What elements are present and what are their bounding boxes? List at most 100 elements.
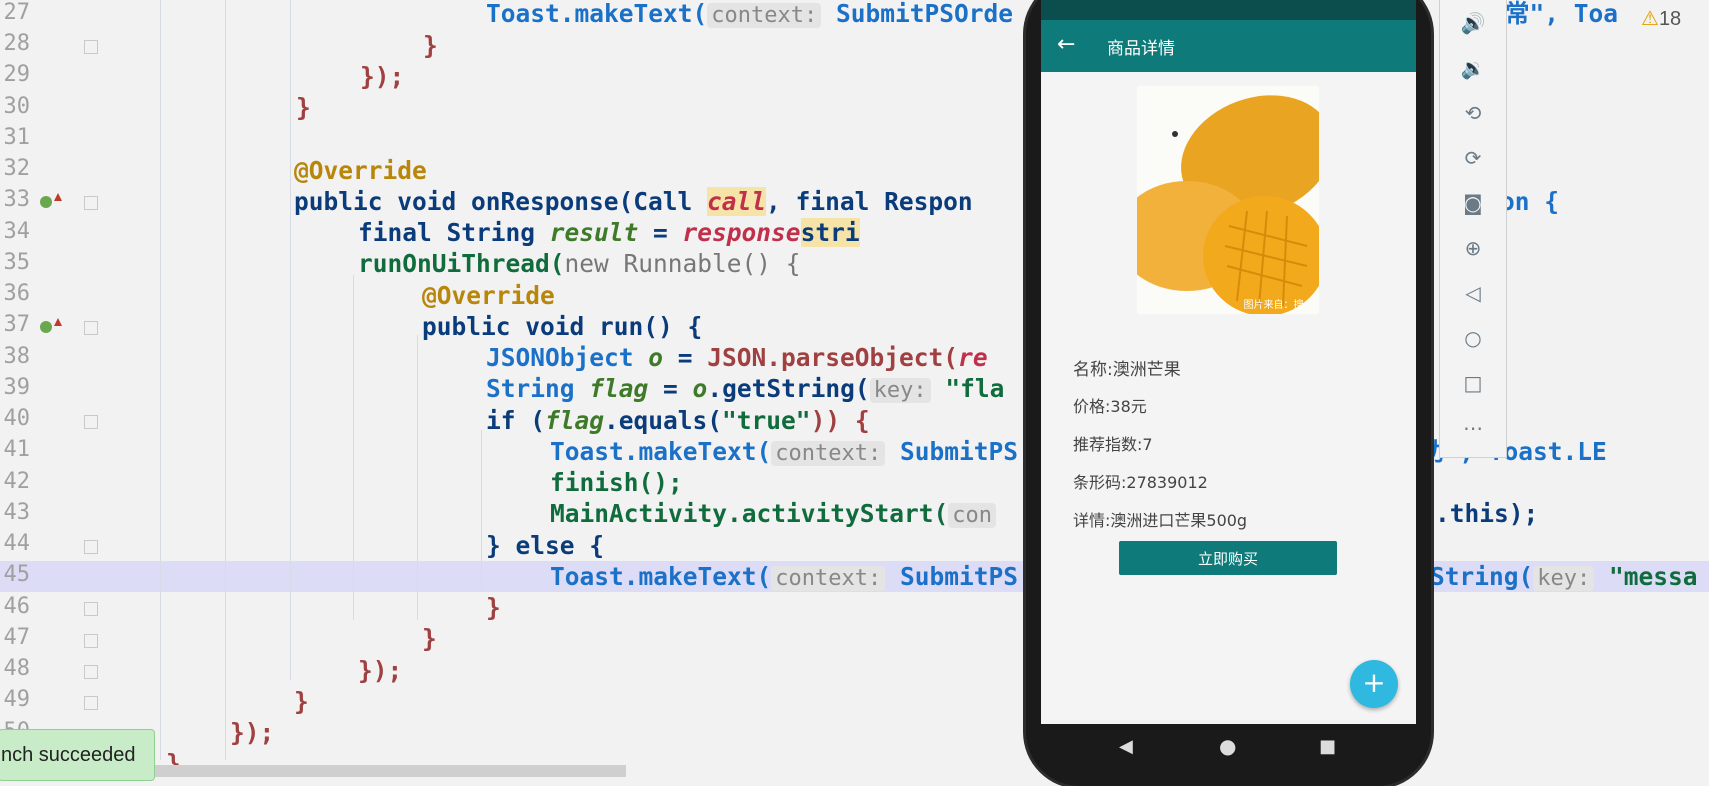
code-line-41[interactable]: Toast.makeText(context: SubmitPS <box>550 436 1018 467</box>
rotate-right-icon[interactable]: ⟳ <box>1460 145 1486 171</box>
back-arrow-icon[interactable]: ← <box>1057 32 1075 57</box>
line-number: 44 <box>3 531 31 556</box>
code-line-43[interactable]: MainActivity.activityStart(con <box>550 498 997 529</box>
more-icon[interactable]: ⋯ <box>1460 415 1486 441</box>
code-line-45[interactable]: Toast.makeText(context: SubmitPS <box>550 561 1018 592</box>
fold-icon[interactable] <box>84 321 98 335</box>
code-line-34[interactable]: final String result = responsestri <box>358 217 860 248</box>
code-token: SubmitPS <box>900 437 1019 466</box>
line-number: 39 <box>3 375 31 400</box>
fold-icon[interactable] <box>84 40 98 54</box>
code-token: on { <box>1500 187 1560 216</box>
nav-back-icon[interactable]: ◀ <box>1119 736 1133 757</box>
line-number: 36 <box>3 281 31 306</box>
line-number: 48 <box>3 656 31 681</box>
status-bar <box>1041 0 1416 20</box>
camera-icon[interactable]: ◙ <box>1460 190 1486 216</box>
overview-icon[interactable]: □ <box>1460 370 1486 396</box>
nav-recents-icon[interactable]: ■ <box>1319 736 1336 757</box>
param-hint: key: <box>1533 566 1595 591</box>
rotate-left-icon[interactable]: ⟲ <box>1460 100 1486 126</box>
home-icon[interactable]: ○ <box>1460 325 1486 351</box>
param-hint: key: <box>869 378 931 403</box>
code-line-46[interactable]: } <box>486 592 501 623</box>
code-token: stri <box>800 218 860 247</box>
back-icon[interactable]: ◁ <box>1460 280 1486 306</box>
code-token: new Runnable() { <box>564 249 801 278</box>
code-token: if ( <box>486 406 546 435</box>
fold-icon[interactable] <box>84 540 98 554</box>
code-token: "fla <box>945 374 1005 403</box>
line-number: 31 <box>3 125 31 150</box>
code-token: String( <box>1430 562 1534 591</box>
volume-down-icon[interactable]: 🔉 <box>1460 55 1486 81</box>
product-name: 名称:澳洲芒果 <box>1073 360 1181 380</box>
code-line-27[interactable]: Toast.makeText(context: SubmitPSOrde <box>486 0 1013 29</box>
code-token: .getString( <box>707 374 870 403</box>
code-line-36[interactable]: @Override <box>422 280 555 311</box>
code-line-28[interactable]: } <box>423 30 438 61</box>
code-token: 常", Toa <box>1505 0 1619 28</box>
indent-guide <box>290 0 291 680</box>
line-number: 40 <box>3 406 31 431</box>
code-token: String <box>486 374 590 403</box>
code-line-40[interactable]: if (flag.equals("true")) { <box>486 405 870 436</box>
code-line-50[interactable]: }); <box>230 717 274 748</box>
code-line-45-right[interactable]: String(key: "messa <box>1430 561 1698 592</box>
nav-home-icon[interactable]: ● <box>1219 734 1236 758</box>
code-token: "messa <box>1609 562 1698 591</box>
fold-icon[interactable] <box>84 415 98 429</box>
indent-guide <box>417 335 418 620</box>
indent-guide <box>160 0 161 760</box>
override-arrow-icon[interactable] <box>54 193 62 201</box>
code-line-32[interactable]: @Override <box>294 155 427 186</box>
product-details: 详情:澳洲进口芒果500g <box>1073 511 1248 530</box>
fold-icon[interactable] <box>84 696 98 710</box>
code-token: onResponse(Call <box>471 187 708 216</box>
implements-marker-icon[interactable] <box>40 321 52 333</box>
code-token: Toast.makeText( <box>550 562 772 591</box>
indent-guide <box>225 0 226 760</box>
line-number: 28 <box>3 31 31 56</box>
code-line-27-right[interactable]: 常", Toa <box>1505 0 1618 29</box>
indent-guide <box>481 430 482 590</box>
fold-icon[interactable] <box>84 602 98 616</box>
emulator-toolbar: 🔊 🔉 ⟲ ⟳ ◙ ⊕ ◁ ○ □ ⋯ <box>1439 0 1507 458</box>
code-line-47[interactable]: } <box>422 623 437 654</box>
code-line-37[interactable]: public void run() { <box>422 311 702 342</box>
code-line-39[interactable]: String flag = o.getString(key: "fla <box>486 373 1004 404</box>
code-line-42[interactable]: finish(); <box>550 467 683 498</box>
launch-toast[interactable]: nch succeeded <box>0 729 155 781</box>
code-line-30[interactable]: } <box>296 92 311 123</box>
code-token: Toast.makeText( <box>486 0 708 28</box>
warning-indicator[interactable]: ⚠18 <box>1641 6 1681 31</box>
code-token: JSON.parseObject( <box>707 343 959 372</box>
code-line-44[interactable]: } else { <box>486 530 604 561</box>
code-line-35[interactable]: runOnUiThread(new Runnable() { <box>358 248 801 279</box>
warning-count: 18 <box>1658 8 1682 30</box>
line-number: 34 <box>3 219 31 244</box>
code-line-38[interactable]: JSONObject o = JSON.parseObject(re <box>486 342 988 373</box>
code-line-33[interactable]: public void onResponse(Call call, final … <box>294 186 973 217</box>
fold-icon[interactable] <box>84 196 98 210</box>
fold-icon[interactable] <box>84 665 98 679</box>
override-arrow-icon[interactable] <box>54 318 62 326</box>
zoom-icon[interactable]: ⊕ <box>1460 235 1486 261</box>
line-number: 29 <box>3 62 31 87</box>
code-token: result <box>549 218 639 247</box>
code-line-33-right[interactable]: on { <box>1500 186 1559 217</box>
indent-guide <box>353 275 354 620</box>
fold-icon[interactable] <box>84 634 98 648</box>
code-token: Toast.makeText( <box>550 437 772 466</box>
code-line-43-right[interactable]: .this); <box>1435 498 1538 529</box>
image-caption: 图片来自：搜... <box>1243 298 1313 311</box>
volume-up-icon[interactable]: 🔊 <box>1460 10 1486 36</box>
buy-now-button[interactable]: 立即购买 <box>1119 541 1337 575</box>
code-line-49[interactable]: } <box>294 686 309 717</box>
implements-marker-icon[interactable] <box>40 196 52 208</box>
code-token: o <box>692 374 708 403</box>
code-line-48[interactable]: }); <box>358 655 402 686</box>
code-line-29[interactable]: }); <box>360 61 404 92</box>
add-fab-button[interactable]: + <box>1350 660 1398 708</box>
param-hint: context: <box>771 441 886 466</box>
